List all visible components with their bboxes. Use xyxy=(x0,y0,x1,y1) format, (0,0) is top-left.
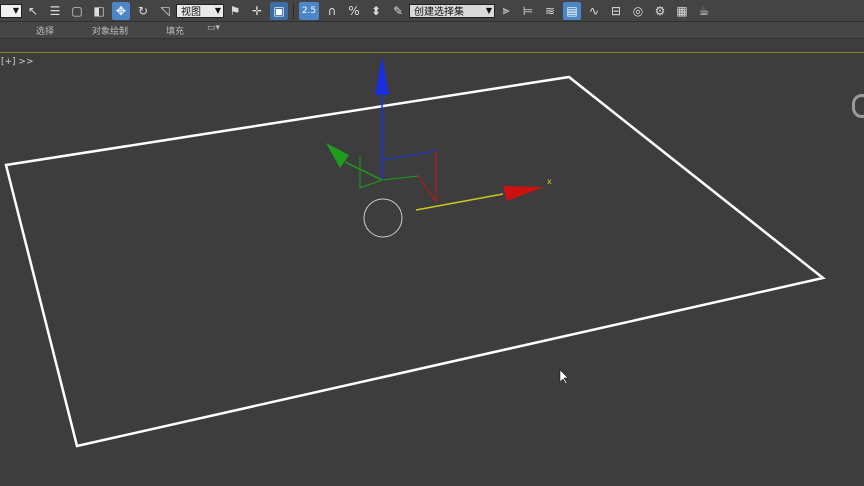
gizmo-yz-plane[interactable] xyxy=(359,156,383,189)
percent-snap-icon[interactable]: % xyxy=(345,2,363,20)
ribbon-tab-selection[interactable]: 选择 xyxy=(36,24,54,37)
align-icon[interactable]: ⊨ xyxy=(519,2,537,20)
perspective-viewport[interactable]: x xyxy=(0,53,864,486)
snap-toggle-button[interactable]: 2.5 xyxy=(299,1,319,20)
gizmo-x-label: x xyxy=(547,177,552,186)
snap-label: 2.5 xyxy=(301,5,317,16)
viewport-canvas: x xyxy=(4,56,826,448)
gizmo-y-axis[interactable] xyxy=(344,161,383,181)
material-editor-icon[interactable]: ◎ xyxy=(629,2,647,20)
ribbon-tab-object-paint[interactable]: 对象绘制 xyxy=(92,24,128,37)
spinner-snap-icon[interactable]: ⬍ xyxy=(367,2,385,20)
curve-editor-icon[interactable]: ∿ xyxy=(585,2,603,20)
ribbon-options-icon[interactable]: ▭▾ xyxy=(207,23,220,33)
ribbon-bar: 选择 对象绘制 填充 ▭▾ xyxy=(0,22,864,39)
named-selection-value: 创建选择集 xyxy=(414,7,464,18)
mirror-icon[interactable]: ⫸ xyxy=(497,2,515,20)
window-crossing-icon[interactable]: ◧ xyxy=(90,2,108,20)
toolbar-collapse-dropdown[interactable]: ▼ xyxy=(0,3,22,18)
viewcube-ring-icon[interactable] xyxy=(852,94,864,118)
gizmo-x-arrow-icon[interactable] xyxy=(503,186,544,201)
plane-object[interactable] xyxy=(4,75,826,448)
render-icon[interactable]: ☕ xyxy=(695,2,713,20)
main-toolbar: ▼ ↖ ☰ ▢ ◧ ✥ ↻ ◹ 视图 ▼ ⚑ ✛ ▣ 2.5 ∩ % ⬍ ✎ 创建… xyxy=(0,0,864,22)
move-icon[interactable]: ✥ xyxy=(112,1,130,20)
edit-named-sel-icon[interactable]: ✎ xyxy=(389,2,407,20)
gizmo-y-arrow-icon[interactable] xyxy=(326,143,349,168)
reference-coord-value: 视图 xyxy=(181,7,201,18)
scale-icon[interactable]: ◹ xyxy=(156,2,174,20)
layers-icon[interactable]: ≋ xyxy=(541,2,559,20)
rotate-icon[interactable]: ↻ xyxy=(134,2,152,20)
select-icon[interactable]: ↖ xyxy=(24,2,42,20)
render-setup-icon[interactable]: ⚙ xyxy=(651,2,669,20)
render-frame-icon[interactable]: ▦ xyxy=(673,2,691,20)
rect-region-icon[interactable]: ▢ xyxy=(68,2,86,20)
select-by-name-icon[interactable]: ☰ xyxy=(46,2,64,20)
gizmo-pivot-circle[interactable] xyxy=(363,198,403,238)
select-manipulate-icon[interactable]: ▣ xyxy=(270,1,288,20)
toolbar-separator xyxy=(293,2,294,19)
named-selection-dropdown[interactable]: 创建选择集 ▼ xyxy=(409,3,495,18)
use-pivot-icon[interactable]: ✛ xyxy=(248,2,266,20)
angle-snap-icon[interactable]: ∩ xyxy=(323,2,341,20)
reference-coord-dropdown[interactable]: 视图 ▼ xyxy=(176,3,224,18)
ribbon-toggle-icon[interactable]: ▤ xyxy=(563,1,581,20)
ribbon-tab-populate[interactable]: 填充 xyxy=(166,24,184,37)
pin-icon[interactable]: ⚑ xyxy=(226,2,244,20)
gizmo-x-axis[interactable] xyxy=(415,193,504,211)
gizmo-xy-plane-edge-2 xyxy=(417,175,437,203)
viewport-menu-label[interactable]: [+] >> xyxy=(1,57,34,67)
schematic-icon[interactable]: ⊟ xyxy=(607,2,625,20)
gizmo-xy-plane-edge xyxy=(381,175,419,181)
gizmo-z-arrow-icon[interactable] xyxy=(375,56,389,95)
mouse-cursor-icon xyxy=(559,369,569,385)
